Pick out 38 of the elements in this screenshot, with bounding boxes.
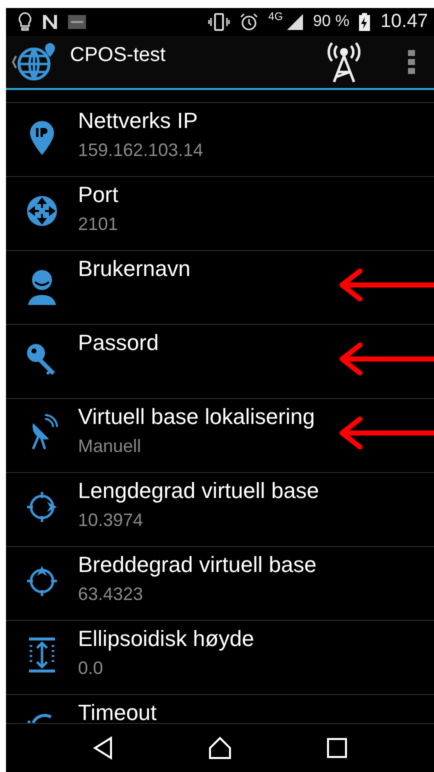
settings-row[interactable]: Port 2101 bbox=[6, 176, 434, 251]
recents-icon bbox=[326, 736, 348, 759]
setting-title: Ellipsoidisk høyde bbox=[78, 624, 254, 653]
setting-value: 10.3974 bbox=[78, 508, 144, 532]
settings-row[interactable]: Virtuell base lokalisering Manuell bbox=[6, 398, 434, 473]
settings-row[interactable]: Ellipsoidisk høyde 0.0 bbox=[6, 620, 434, 695]
setting-title: Breddegrad virtuell base bbox=[78, 550, 316, 579]
notification-icon bbox=[42, 14, 58, 30]
signal-icon bbox=[286, 14, 303, 30]
setting-title: Virtuell base lokalisering bbox=[78, 402, 315, 431]
alarm-icon bbox=[240, 12, 258, 31]
setting-title: Port bbox=[78, 180, 118, 209]
battery-percent: 90 % bbox=[312, 12, 350, 31]
vibrate-icon bbox=[208, 12, 230, 31]
setting-title: Nettverks IP bbox=[78, 106, 199, 135]
setting-title: Timeout bbox=[78, 698, 157, 723]
battery-charging-icon bbox=[359, 12, 370, 31]
settings-row[interactable]: Breddegrad virtuell base 63.4323 bbox=[6, 546, 434, 621]
settings-row[interactable]: Timeout bbox=[6, 694, 434, 724]
setting-value: 2101 bbox=[78, 212, 118, 236]
lightbulb-icon bbox=[18, 12, 32, 32]
settings-row[interactable]: Nettverks IP 159.162.103.14 bbox=[6, 102, 434, 177]
setting-value: Manuell bbox=[78, 434, 142, 458]
clock: 10.47 bbox=[380, 10, 428, 33]
app-icon bbox=[68, 14, 86, 29]
setting-title: Passord bbox=[78, 328, 159, 357]
settings-row[interactable]: Brukernavn bbox=[6, 250, 434, 325]
setting-title: Brukernavn bbox=[78, 254, 191, 283]
settings-row[interactable]: Lengdegrad virtuell base 10.3974 bbox=[6, 472, 434, 547]
network-type: 4G bbox=[268, 11, 283, 23]
setting-value: 159.162.103.14 bbox=[78, 138, 204, 162]
setting-value: 0.0 bbox=[78, 656, 104, 680]
home-icon bbox=[206, 736, 233, 760]
setting-title: Lengdegrad virtuell base bbox=[78, 476, 319, 505]
setting-value: 63.4323 bbox=[78, 582, 144, 606]
settings-row[interactable]: Passord bbox=[6, 324, 434, 399]
app-title: CPOS-test bbox=[70, 44, 166, 68]
back-icon bbox=[92, 736, 114, 760]
